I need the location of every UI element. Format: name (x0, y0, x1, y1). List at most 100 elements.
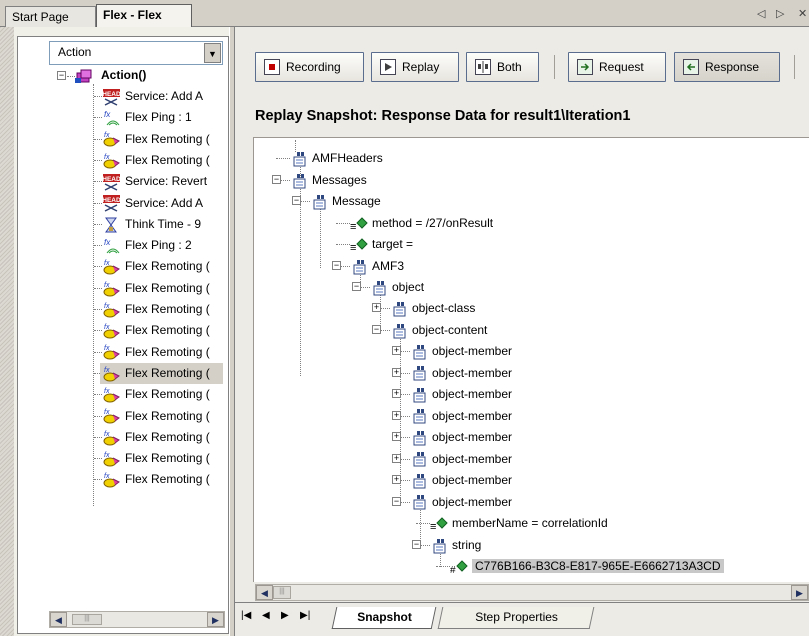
scroll-left-icon[interactable]: ◀ (256, 585, 273, 600)
tree-node-object-member[interactable]: object-member (410, 492, 512, 512)
panel-grip (0, 27, 14, 636)
action-step-item[interactable]: fx Flex Remoting ( (100, 448, 223, 469)
collapse-icon[interactable]: − (272, 175, 281, 184)
tree-node-message[interactable]: Message (310, 191, 381, 211)
request-button[interactable]: Request (568, 52, 666, 82)
tree-node-label: object-member (432, 494, 513, 509)
action-step-item[interactable]: fx Flex Ping : 2 (100, 235, 223, 256)
action-step-item[interactable]: HEAD Service: Add A (100, 193, 223, 214)
close-tab-icon[interactable]: ✕ (798, 7, 807, 20)
scroll-right-icon[interactable]: ▶ (791, 585, 808, 600)
first-tab-icon[interactable]: |◀ (241, 610, 251, 621)
action-step-item[interactable]: Think Time - 9 (100, 214, 223, 235)
flex-ping-icon: fx (100, 109, 122, 127)
prev-tab-icon[interactable]: ◀ (262, 610, 270, 621)
expand-icon[interactable]: + (392, 432, 401, 441)
tree-node-label: AMF3 (372, 259, 405, 273)
action-step-label: Service: Revert (125, 174, 208, 189)
tree-node-object-member[interactable]: object-member (410, 363, 512, 383)
value-icon: ≡ (350, 216, 368, 233)
collapse-icon[interactable]: − (352, 282, 361, 291)
tree-node-object-content[interactable]: object-content (390, 320, 487, 340)
action-step-item[interactable]: fx Flex Remoting ( (100, 469, 223, 490)
scroll-left-icon[interactable]: ◀ (50, 612, 67, 627)
expand-icon[interactable]: + (392, 453, 401, 463)
action-dropdown[interactable]: Action ▼ (49, 41, 223, 65)
chevron-down-icon[interactable]: ▼ (204, 43, 221, 63)
scroll-right-icon[interactable]: ▶ (207, 612, 224, 627)
action-step-item[interactable]: fx Flex Remoting ( (100, 150, 223, 171)
tab-flex[interactable]: Flex - Flex (96, 4, 192, 27)
tree-node-string[interactable]: string (430, 535, 481, 555)
expand-icon[interactable]: + (372, 303, 381, 312)
tree-node-object-class[interactable]: object-class (390, 298, 475, 318)
scroll-thumb[interactable]: ||| (273, 586, 291, 599)
replay-button[interactable]: Replay (371, 52, 459, 82)
tree-node-target[interactable]: ≡ target = (350, 234, 413, 254)
flex-remoting-icon: fx (100, 407, 122, 425)
collapse-icon[interactable]: − (372, 325, 381, 334)
tree-node-object-member[interactable]: object-member (410, 427, 512, 447)
expand-icon[interactable]: + (392, 346, 401, 355)
node-icon (390, 323, 408, 339)
expand-icon[interactable]: + (392, 475, 401, 484)
tree-node-object[interactable]: object (370, 277, 424, 297)
tree-node-label: object-member (432, 365, 513, 380)
collapse-icon[interactable]: − (57, 71, 66, 80)
node-icon (430, 538, 448, 554)
action-step-item[interactable]: fx Flex Remoting ( (100, 299, 223, 320)
tree-node-label: object-member (432, 430, 513, 444)
left-horizontal-scrollbar[interactable]: ◀ ||| ▶ (49, 611, 225, 628)
action-step-item[interactable]: fx Flex Remoting ( (100, 256, 223, 277)
both-button[interactable]: Both (466, 52, 539, 82)
tab-scroll-right-icon[interactable]: ▷ (776, 7, 784, 20)
svg-text:≡: ≡ (350, 242, 356, 253)
next-tab-icon[interactable]: ▶ (281, 610, 289, 621)
action-step-item[interactable]: fx Flex Remoting ( (100, 406, 223, 427)
scroll-thumb[interactable]: ||| (72, 614, 102, 625)
action-step-item[interactable]: fx Flex Remoting ( (100, 427, 223, 448)
action-step-item[interactable]: fx Flex Remoting ( (100, 362, 223, 384)
tree-node-amf-headers[interactable]: AMFHeaders (290, 148, 383, 168)
tree-node-object-member[interactable]: object-member (410, 406, 512, 426)
action-step-item[interactable]: HEAD Service: Revert (100, 171, 223, 192)
node-icon (390, 301, 408, 317)
action-step-item[interactable]: fx Flex Remoting ( (100, 278, 223, 299)
action-root-label[interactable]: Action() (101, 68, 146, 82)
collapse-icon[interactable]: − (392, 496, 401, 506)
action-step-item[interactable]: fx Flex Remoting ( (100, 342, 223, 363)
header-icon: HEAD (100, 88, 122, 106)
expand-icon[interactable]: + (392, 389, 401, 398)
value-icon: ≡ (430, 516, 448, 533)
tree-node-object-member[interactable]: object-member (410, 384, 512, 404)
action-step-item[interactable]: fx Flex Remoting ( (100, 320, 223, 341)
recording-button[interactable]: Recording (255, 52, 364, 82)
action-step-item[interactable]: fx Flex Ping : 1 (100, 107, 223, 128)
last-tab-icon[interactable]: ▶| (300, 610, 310, 621)
tab-scroll-left-icon[interactable]: ◁ (757, 7, 765, 20)
tree-node-object-member[interactable]: object-member (410, 449, 512, 469)
tab-step-properties[interactable]: Step Properties (437, 607, 595, 629)
tree-node-object-member[interactable]: object-member (410, 341, 512, 361)
tree-node-amf3[interactable]: AMF3 (350, 256, 404, 276)
tree-node-messages[interactable]: Messages (290, 170, 367, 190)
action-step-item[interactable]: fx Flex Remoting ( (100, 384, 223, 405)
collapse-icon[interactable]: − (332, 261, 341, 270)
tree-node-member-name[interactable]: ≡ memberName = correlationId (430, 513, 608, 533)
action-step-item[interactable]: HEAD Service: Add A (100, 86, 223, 107)
response-button[interactable]: Response (674, 52, 780, 82)
tree-node-label: object-member (432, 408, 513, 423)
tree-node-method[interactable]: ≡ method = /27/onResult (350, 213, 493, 233)
collapse-icon[interactable]: − (292, 196, 301, 205)
action-step-item[interactable]: fx Flex Remoting ( (100, 129, 223, 150)
tree-node-value[interactable]: # C776B166-B3C8-E817-965E-E6662713A3CD (450, 556, 724, 576)
expand-icon[interactable]: + (392, 410, 401, 420)
tab-snapshot[interactable]: Snapshot (331, 607, 437, 629)
tree-horizontal-scrollbar[interactable]: ◀ ||| ▶ (255, 584, 809, 601)
tree-node-object-member[interactable]: object-member (410, 470, 512, 490)
collapse-icon[interactable]: − (412, 540, 421, 549)
expand-icon[interactable]: + (392, 367, 401, 377)
flex-remoting-icon: fx (100, 450, 122, 468)
tab-start-page[interactable]: Start Page (5, 6, 96, 27)
node-icon (410, 408, 428, 424)
